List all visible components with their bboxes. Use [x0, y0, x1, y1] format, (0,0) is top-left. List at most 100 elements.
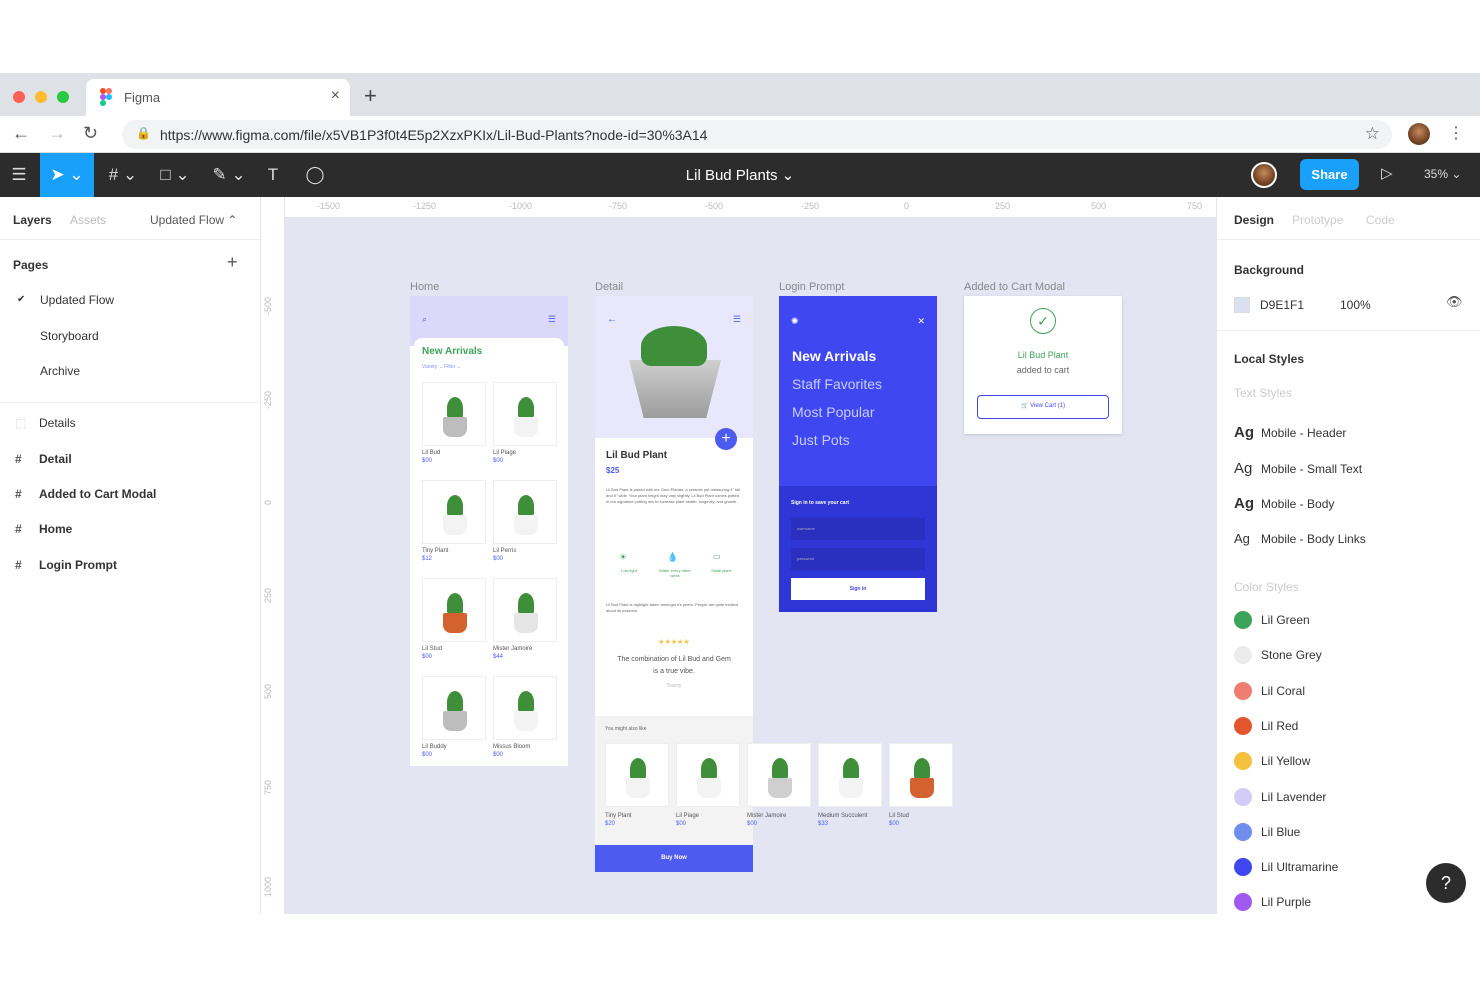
- help-button[interactable]: ?: [1426, 863, 1466, 903]
- cart-modal-frame[interactable]: ✓ Lil Bud Plant added to cart 🛒 View Car…: [964, 296, 1122, 434]
- layer-detail[interactable]: # Detail: [15, 452, 72, 466]
- color-style-lil-blue[interactable]: Lil Blue: [1234, 822, 1300, 841]
- layer-login-prompt[interactable]: # Login Prompt: [15, 558, 117, 572]
- text-style-mobile-body[interactable]: Ag Mobile - Body: [1234, 495, 1334, 512]
- password-field[interactable]: password: [791, 548, 925, 570]
- plant-leaves: [772, 758, 788, 780]
- canvas[interactable]: -1500 -1250 -1000 -750 -500 -250 0 250 5…: [261, 197, 1216, 914]
- plant-leaves: [447, 397, 463, 419]
- frame-label-cart[interactable]: Added to Cart Modal: [964, 281, 1065, 293]
- color-style-lil-green[interactable]: Lil Green: [1234, 611, 1310, 629]
- color-style-lil-purple[interactable]: Lil Purple: [1234, 893, 1311, 912]
- plant-leaves: [914, 758, 930, 780]
- product-price: $25: [606, 466, 620, 475]
- menu-staff-favorites[interactable]: Staff Favorites: [792, 376, 882, 392]
- menu-most-popular[interactable]: Most Popular: [792, 404, 874, 420]
- product-card[interactable]: [422, 578, 486, 642]
- color-swatch: [1234, 893, 1252, 912]
- tab-design[interactable]: Design: [1234, 213, 1274, 227]
- recommendation-card[interactable]: [605, 743, 669, 807]
- menu-icon[interactable]: ☰: [733, 314, 741, 325]
- page-updated-flow[interactable]: Updated Flow: [40, 293, 114, 307]
- user-avatar[interactable]: [1251, 162, 1277, 188]
- minimize-window-dot[interactable]: [35, 91, 47, 103]
- page-dropdown[interactable]: Updated Flow ⌃: [150, 213, 237, 227]
- tab-assets[interactable]: Assets: [70, 213, 106, 227]
- color-style-stone-grey[interactable]: Stone Grey: [1234, 646, 1322, 665]
- share-button[interactable]: Share: [1300, 159, 1359, 190]
- view-cart-button[interactable]: 🛒 View Cart (1): [977, 395, 1109, 419]
- back-arrow-icon[interactable]: ←: [607, 314, 617, 325]
- color-style-lil-yellow[interactable]: Lil Yellow: [1234, 752, 1310, 771]
- signin-button[interactable]: Sign in: [791, 578, 925, 600]
- add-to-cart-icon[interactable]: +: [715, 428, 737, 450]
- zoom-dropdown[interactable]: 35% ⌄: [1424, 167, 1461, 181]
- color-style-lil-coral[interactable]: Lil Coral: [1234, 681, 1305, 700]
- product-card[interactable]: [493, 382, 557, 446]
- plant-leaves: [518, 691, 534, 713]
- home-heading: New Arrivals: [422, 346, 483, 357]
- home-filters[interactable]: Variety ⌄ Filter ⌄: [422, 364, 461, 370]
- layer-home[interactable]: # Home: [15, 522, 72, 536]
- eye-icon[interactable]: 👁: [1446, 294, 1463, 310]
- frame-label-home[interactable]: Home: [410, 281, 439, 293]
- frame-label-login[interactable]: Login Prompt: [779, 281, 844, 293]
- tab-close-icon[interactable]: ×: [331, 87, 340, 105]
- menu-just-pots[interactable]: Just Pots: [792, 432, 850, 448]
- username-field[interactable]: username: [791, 518, 925, 540]
- login-frame[interactable]: ✺ ✕ New Arrivals Staff Favorites Most Po…: [779, 296, 937, 612]
- recommendation-card[interactable]: [889, 743, 953, 807]
- check-icon: ✔: [17, 294, 26, 305]
- frame-icon: #: [15, 452, 22, 466]
- tab-prototype[interactable]: Prototype: [1292, 213, 1343, 227]
- background-hex-field[interactable]: D9E1F1: [1260, 298, 1304, 312]
- page-archive[interactable]: Archive: [40, 364, 80, 378]
- color-style-lil-red[interactable]: Lil Red: [1234, 716, 1298, 735]
- reload-icon[interactable]: ↻: [83, 123, 98, 144]
- product-card[interactable]: [422, 382, 486, 446]
- forward-icon[interactable]: →: [48, 123, 66, 144]
- page-storyboard[interactable]: Storyboard: [40, 329, 99, 343]
- color-swatch: [1234, 822, 1252, 841]
- plant-pot: [910, 778, 934, 798]
- product-card[interactable]: [422, 480, 486, 544]
- menu-icon: ☰: [547, 314, 556, 324]
- layer-details[interactable]: ⬚ Details: [15, 416, 76, 430]
- text-style-mobile-header[interactable]: Ag Mobile - Header: [1234, 424, 1346, 441]
- url-field[interactable]: 🔒 https://www.figma.com/file/x5VB1P3f0t4…: [122, 120, 1392, 149]
- product-card[interactable]: [493, 480, 557, 544]
- color-style-lil-lavender[interactable]: Lil Lavender: [1234, 787, 1326, 806]
- plant-pot: [839, 778, 863, 798]
- add-page-button[interactable]: +: [227, 252, 238, 273]
- bookmark-star-icon[interactable]: ☆: [1365, 124, 1380, 144]
- buy-now-button[interactable]: Buy Now: [595, 845, 753, 872]
- back-icon[interactable]: ←: [12, 123, 30, 144]
- product-card[interactable]: [422, 676, 486, 740]
- browser-tab[interactable]: Figma ×: [86, 79, 350, 116]
- background-swatch[interactable]: [1234, 297, 1250, 313]
- close-window-dot[interactable]: [13, 91, 25, 103]
- menu-new-arrivals[interactable]: New Arrivals: [792, 348, 876, 364]
- recommendation-card[interactable]: [818, 743, 882, 807]
- present-play-icon[interactable]: ▷: [1381, 164, 1393, 182]
- recommendation-card[interactable]: [747, 743, 811, 807]
- frame-label-detail[interactable]: Detail: [595, 281, 623, 293]
- ruler-tick: 750: [1187, 201, 1203, 211]
- browser-menu-icon[interactable]: ⋮: [1448, 123, 1464, 143]
- new-tab-button[interactable]: +: [364, 83, 377, 109]
- product-card[interactable]: [493, 578, 557, 642]
- text-style-mobile-body-links[interactable]: Ag Mobile - Body Links: [1234, 531, 1366, 546]
- profile-avatar[interactable]: [1408, 123, 1430, 145]
- url-text[interactable]: https://www.figma.com/file/x5VB1P3f0t4E5…: [160, 127, 707, 143]
- text-style-mobile-small-text[interactable]: Ag Mobile - Small Text: [1234, 460, 1362, 477]
- recommendation-card[interactable]: [676, 743, 740, 807]
- color-style-lil-ultramarine[interactable]: Lil Ultramarine: [1234, 858, 1338, 877]
- background-opacity-field[interactable]: 100%: [1340, 298, 1371, 312]
- home-frame[interactable]: ⌕ ☰ New Arrivals Variety ⌄ Filter ⌄ Lil …: [410, 296, 568, 766]
- close-icon[interactable]: ✕: [917, 316, 925, 327]
- tab-code[interactable]: Code: [1366, 213, 1395, 227]
- tab-layers[interactable]: Layers: [13, 213, 52, 227]
- maximize-window-dot[interactable]: [57, 91, 69, 103]
- layer-added-to-cart-modal[interactable]: # Added to Cart Modal: [15, 487, 156, 501]
- product-card[interactable]: [493, 676, 557, 740]
